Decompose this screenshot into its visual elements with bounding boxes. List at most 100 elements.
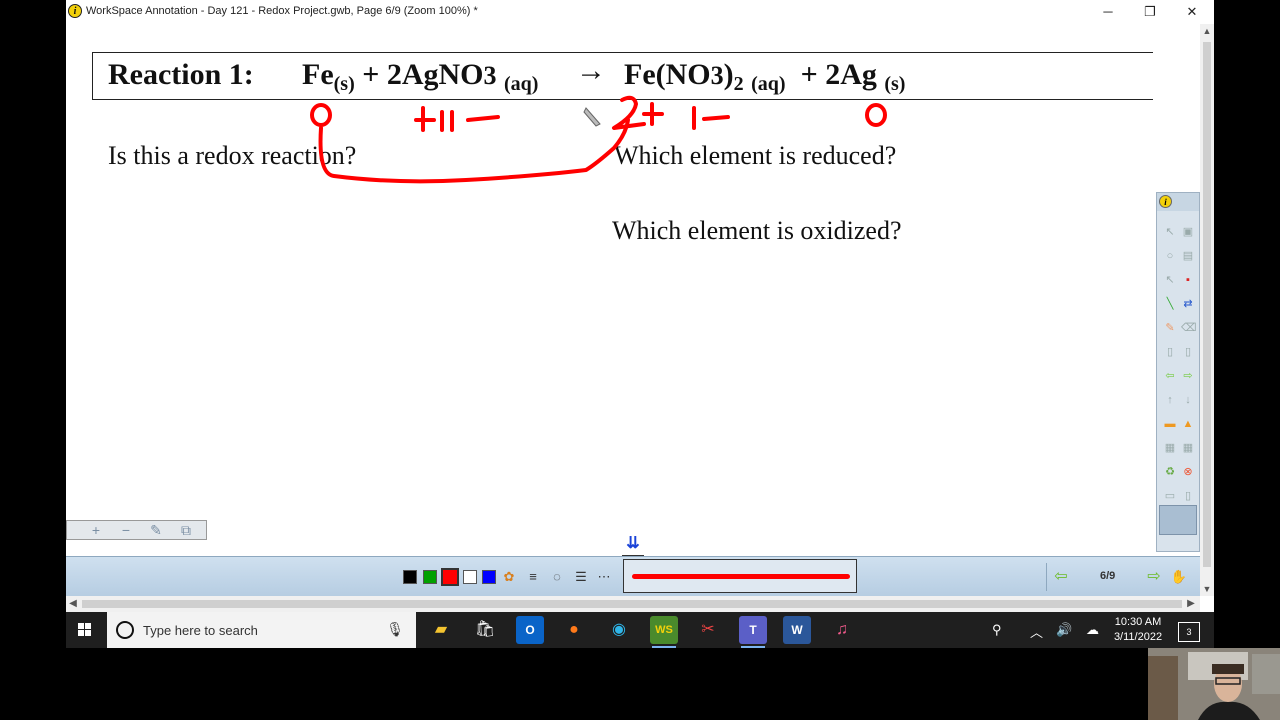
store-icon[interactable]: 🛍 [471,616,499,644]
ink-charge-fe-product [612,95,664,130]
toolbar-logo-icon: i [1159,195,1172,208]
zoom-out-icon[interactable]: − [115,522,137,538]
pointer-tool-icon[interactable]: ↖ [1163,273,1177,287]
app-logo-icon: i [68,4,82,18]
workspace-icon[interactable]: WS [650,616,678,648]
floating-toolbar[interactable]: i ↖ ▣ ○ ▤ ↖ ▪ ╲ ⇄ ✎ ⌫ ▯ ▯ ⇦ ⇨ ↑ ↓ ▬ ▲ ▦ … [1156,192,1200,552]
copy-tool-icon[interactable]: ▣ [1181,225,1195,239]
horizontal-scroll-thumb[interactable] [82,600,1182,608]
recycle-icon[interactable]: ♻ [1163,465,1177,479]
arrows-tool-icon[interactable]: ⇄ [1181,297,1195,311]
color-black[interactable] [403,570,417,584]
volume-icon[interactable]: 🔊 [1056,622,1072,638]
scroll-down-arrow-icon[interactable]: ▼ [1200,582,1214,596]
itunes-icon[interactable]: ♫ [828,616,856,644]
color-white[interactable] [463,570,477,584]
horizontal-scrollbar[interactable]: ◀ ▶ [66,596,1200,612]
webcam-presenter-image [1148,648,1280,720]
eq-aq1: (aq) [504,73,539,95]
transparency-icon[interactable]: ◌ [548,568,566,586]
eq-close: ) [723,58,734,91]
bell-icon[interactable]: ▲ [1181,417,1195,431]
forward-arrow-icon[interactable]: ⇨ [1181,369,1195,383]
grid-icon[interactable]: ▦ [1181,441,1195,455]
pen-preview[interactable] [623,559,857,593]
bottom-toolbar: ⇊ ✿ ≡ ◌ ☰ ⋯ ⇦ 6/9 ⇨ ✋ [66,535,1200,596]
network-icon[interactable]: ☁ [1086,622,1099,638]
screen-icon[interactable]: ▯ [1181,489,1195,503]
shape-tool-icon[interactable]: ▪ [1181,273,1195,287]
teams-icon[interactable]: T [739,616,767,648]
pen-cursor-icon [583,107,601,127]
start-button[interactable] [66,612,104,648]
color-green[interactable] [423,570,437,584]
firefox-icon[interactable]: ● [560,616,588,644]
taskbar-search[interactable]: Type here to search 🎙 [107,612,416,648]
dash-style-icon[interactable]: ⋯ [595,568,613,586]
eq-2ag: + 2Ag [800,58,877,91]
ink-annotations [310,95,887,184]
color-red-selected[interactable] [441,568,459,586]
folder-icon[interactable]: ▬ [1163,417,1177,431]
presenter-icon[interactable]: ✋ [1170,568,1188,586]
next-page-arrow-icon[interactable]: ⇨ [1145,568,1163,586]
word-icon[interactable]: W [783,616,811,644]
scroll-right-arrow-icon[interactable]: ▶ [1184,596,1198,612]
back-arrow-icon[interactable]: ⇦ [1163,369,1177,383]
notification-center-icon[interactable]: 3 [1178,622,1200,642]
clock[interactable]: 10:30 AM 3/11/2022 [1110,615,1166,645]
line-style-icon[interactable]: ☰ [572,568,590,586]
equation-products: Fe(NO3)2 (aq) + 2Ag (s) [624,58,905,96]
highlighter-tool-icon[interactable]: ✎ [1163,321,1177,335]
scroll-up-arrow-icon[interactable]: ▲ [1200,24,1214,38]
file-explorer-icon[interactable]: ▰ [427,616,455,644]
up-arrow-icon[interactable]: ↑ [1163,393,1177,407]
microphone-icon[interactable]: 🎙 [386,621,404,638]
reaction-label: Reaction 1: [108,58,254,91]
page-tool-icon[interactable]: ▤ [1181,249,1195,263]
fit-icon[interactable]: ⧉ [175,522,197,538]
eraser-tool-icon[interactable]: ⌫ [1181,321,1197,335]
notification-count: 3 [1186,627,1192,637]
ink-charge-no3-product [692,106,730,130]
camera-icon[interactable]: ▭ [1163,489,1177,503]
pull-down-icon[interactable]: ⇊ [622,533,644,556]
close-button[interactable]: ✕ [1178,2,1206,22]
title-bar: i WorkSpace Annotation - Day 121 - Redox… [66,0,1214,24]
search-placeholder: Type here to search [143,623,258,638]
edit-icon[interactable]: ✎ [145,522,167,538]
down-arrow-icon[interactable]: ↓ [1181,393,1195,407]
equation-reactants: Fe(s) + 2AgNO3 (aq) [302,58,538,96]
gallery-button[interactable] [1159,505,1197,535]
table-icon[interactable]: ▦ [1163,441,1177,455]
color-blue[interactable] [482,570,496,584]
palette-icon[interactable]: ✿ [500,568,518,586]
stop-icon[interactable]: ⊗ [1181,465,1195,479]
question-oxidized: Which element is oxidized? [612,216,902,245]
minimize-button[interactable]: ─ [1094,2,1122,22]
vertical-scrollbar[interactable]: ▲ ▼ [1200,24,1214,596]
duplicate-page-icon[interactable]: ▯ [1181,345,1195,359]
maximize-button[interactable]: ❐ [1136,2,1164,22]
previous-page-arrow-icon[interactable]: ⇦ [1052,568,1070,586]
new-page-icon[interactable]: ▯ [1163,345,1177,359]
edge-icon[interactable]: ◉ [605,616,633,644]
ink-charge-fe [310,103,332,127]
vertical-scroll-thumb[interactable] [1203,42,1211,567]
line-width-icon[interactable]: ≡ [524,568,542,586]
ink-charge-ag [414,106,454,132]
mouse-tool-icon[interactable]: ○ [1163,249,1177,263]
show-hidden-icons-icon[interactable]: ︿ [1030,622,1043,641]
outlook-icon[interactable]: O [516,616,544,644]
pen-tool-icon[interactable]: ╲ [1163,297,1177,311]
app-window: i WorkSpace Annotation - Day 121 - Redox… [66,0,1214,612]
select-tool-icon[interactable]: ↖ [1163,225,1177,239]
scroll-left-arrow-icon[interactable]: ◀ [66,596,80,612]
toolbar-divider [1046,563,1047,591]
people-icon[interactable]: ⚲ [992,622,1002,638]
clock-time: 10:30 AM [1114,616,1162,628]
snipping-tool-icon[interactable]: ✂ [694,616,722,644]
annotation-page[interactable]: Reaction 1: Fe(s) + 2AgNO3 (aq) → Fe(NO3… [66,24,1200,596]
floating-toolbar-header[interactable]: i [1157,193,1199,211]
zoom-in-icon[interactable]: + [85,522,107,538]
